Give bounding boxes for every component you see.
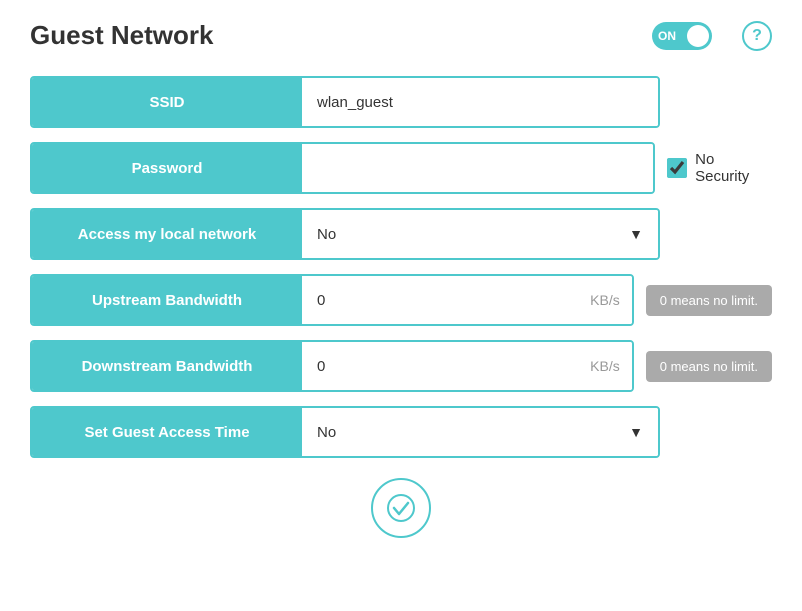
password-label: Password	[32, 144, 302, 192]
password-row: Password No Security	[30, 142, 772, 194]
upstream-bandwidth-unit: KB/s	[578, 276, 632, 324]
access-local-network-select-wrapper: No Yes ▼	[302, 210, 658, 258]
ssid-row: SSID	[30, 76, 772, 128]
access-local-network-field-group: Access my local network No Yes ▼	[30, 208, 660, 260]
toggle-knob	[687, 25, 709, 47]
guest-network-toggle[interactable]: ON	[652, 22, 712, 50]
downstream-bandwidth-hint: 0 means no limit.	[646, 351, 772, 382]
downstream-bandwidth-unit: KB/s	[578, 342, 632, 390]
upstream-bandwidth-field-group: Upstream Bandwidth KB/s	[30, 274, 634, 326]
save-button-container	[30, 478, 772, 538]
toggle-label: ON	[658, 29, 676, 43]
guest-access-time-row: Set Guest Access Time No Yes ▼	[30, 406, 772, 458]
access-local-network-label: Access my local network	[32, 210, 302, 258]
page-title: Guest Network	[30, 20, 652, 51]
ssid-input[interactable]	[302, 78, 658, 126]
upstream-bandwidth-input[interactable]	[302, 276, 578, 324]
access-local-network-select[interactable]: No Yes	[302, 210, 658, 258]
header: Guest Network ON ?	[30, 20, 772, 51]
ssid-field-group: SSID	[30, 76, 660, 128]
password-field-group: Password	[30, 142, 655, 194]
no-security-label: No Security	[695, 151, 772, 185]
upstream-bandwidth-row: Upstream Bandwidth KB/s 0 means no limit…	[30, 274, 772, 326]
upstream-bandwidth-label: Upstream Bandwidth	[32, 276, 302, 324]
password-input[interactable]	[302, 144, 653, 192]
guest-access-time-select-wrapper: No Yes ▼	[302, 408, 658, 456]
downstream-bandwidth-field-group: Downstream Bandwidth KB/s	[30, 340, 634, 392]
downstream-bandwidth-input[interactable]	[302, 342, 578, 390]
ssid-label: SSID	[32, 78, 302, 126]
guest-access-time-field-group: Set Guest Access Time No Yes ▼	[30, 406, 660, 458]
guest-access-time-select[interactable]: No Yes	[302, 408, 658, 456]
downstream-bandwidth-row: Downstream Bandwidth KB/s 0 means no lim…	[30, 340, 772, 392]
save-button[interactable]	[371, 478, 431, 538]
downstream-bandwidth-label: Downstream Bandwidth	[32, 342, 302, 390]
no-security-wrapper: No Security	[667, 151, 772, 185]
toggle-container[interactable]: ON	[652, 22, 712, 50]
guest-access-time-label: Set Guest Access Time	[32, 408, 302, 456]
no-security-checkbox[interactable]	[667, 158, 687, 178]
upstream-bandwidth-hint: 0 means no limit.	[646, 285, 772, 316]
checkmark-icon	[387, 494, 415, 522]
access-local-network-row: Access my local network No Yes ▼	[30, 208, 772, 260]
help-icon[interactable]: ?	[742, 21, 772, 51]
